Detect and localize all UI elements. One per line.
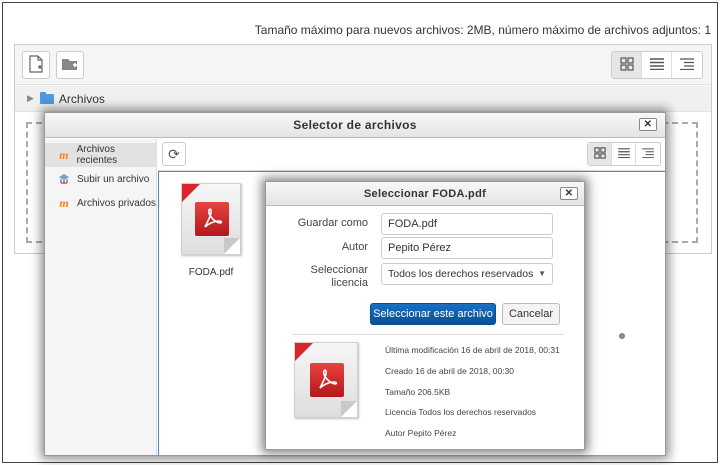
info-license: Licencia Todos los derechos reservados <box>385 407 537 417</box>
info-created: Creado 16 de abril de 2018, 00:30 <box>385 366 515 376</box>
info-size: Tamaño 206.5KB <box>385 387 451 397</box>
moodle-icon: m <box>59 147 69 162</box>
upload-icon <box>57 173 71 185</box>
refresh-icon: ⟳ <box>168 145 180 162</box>
cancel-button[interactable]: Cancelar <box>502 303 560 325</box>
add-file-icon <box>28 54 44 76</box>
file-picker-view-switcher <box>587 142 661 166</box>
icons-view-button[interactable] <box>612 52 642 78</box>
license-label: Seleccionar licencia <box>311 264 368 290</box>
list-view-icon <box>617 147 630 161</box>
author-input[interactable]: Pepito Pérez <box>381 237 553 259</box>
folder-icon <box>39 91 54 104</box>
info-author: Autor Pepito Pérez <box>385 428 457 438</box>
divider <box>292 334 564 335</box>
tree-view-button[interactable] <box>672 52 702 78</box>
file-picker-toolbar: ⟳ <box>158 139 665 171</box>
list-view-icon <box>649 57 664 73</box>
file-picker-title: Selector de archivos <box>293 118 417 132</box>
icons-view-button[interactable] <box>588 143 612 165</box>
path-bar[interactable]: ▶ Archivos <box>15 86 711 112</box>
moodle-icon: m <box>59 195 69 210</box>
pdf-file-icon <box>294 342 358 418</box>
select-file-title: Seleccionar FODA.pdf <box>363 188 487 200</box>
file-limits-text: Tamaño máximo para nuevos archivos: 2MB,… <box>254 23 711 37</box>
tree-view-icon <box>680 57 694 73</box>
repo-label: Archivos privados <box>77 197 156 209</box>
add-file-button[interactable] <box>22 51 50 79</box>
saveas-input[interactable]: FODA.pdf <box>381 213 553 235</box>
repo-private-files[interactable]: m Archivos privados <box>45 191 156 215</box>
list-view-button[interactable] <box>642 52 672 78</box>
create-folder-button[interactable] <box>56 51 84 79</box>
file-manager-toolbar <box>15 45 711 85</box>
select-this-file-button[interactable]: Seleccionar este archivo <box>370 303 496 325</box>
repository-list: m Archivos recientes Subir un archivo m … <box>45 139 157 455</box>
author-label: Autor <box>341 241 368 253</box>
file-picker-header: Selector de archivos ✕ <box>45 113 665 138</box>
close-file-picker-button[interactable]: ✕ <box>639 118 657 131</box>
license-select[interactable]: Todos los derechos reservados ▼ <box>381 263 553 285</box>
tree-view-button[interactable] <box>636 143 660 165</box>
view-switcher <box>611 51 703 79</box>
repo-label: Subir un archivo <box>77 173 150 185</box>
list-view-button[interactable] <box>612 143 636 165</box>
repo-recent-files[interactable]: m Archivos recientes <box>45 143 156 167</box>
create-folder-icon <box>61 56 79 75</box>
repo-label: Archivos recientes <box>76 144 118 166</box>
license-label-line-1: Seleccionar <box>310 264 368 276</box>
license-label-line-2: licencia <box>331 277 368 289</box>
select-file-header: Seleccionar FODA.pdf ✕ <box>266 182 584 206</box>
file-tile[interactable]: FODA.pdf <box>176 183 246 278</box>
saveas-label: Guardar como <box>297 217 368 229</box>
file-name: FODA.pdf <box>188 267 234 278</box>
loading-dot <box>619 333 625 339</box>
icons-view-icon <box>619 56 634 74</box>
select-file-dialog: Seleccionar FODA.pdf ✕ Guardar como FODA… <box>265 181 585 450</box>
tree-view-icon <box>642 147 654 161</box>
license-selected-value: Todos los derechos reservados <box>388 268 534 280</box>
expand-arrow-icon: ▶ <box>27 93 34 103</box>
refresh-button[interactable]: ⟳ <box>162 142 186 166</box>
file-preview <box>294 342 358 418</box>
icons-view-icon <box>593 146 606 162</box>
close-select-dialog-button[interactable]: ✕ <box>560 187 578 200</box>
info-modified: Última modificación 16 de abril de 2018,… <box>385 345 560 355</box>
pdf-file-icon <box>181 183 241 255</box>
repo-upload-file[interactable]: Subir un archivo <box>45 167 156 191</box>
dropdown-caret-icon: ▼ <box>538 269 546 278</box>
path-label: Archivos <box>58 91 105 106</box>
